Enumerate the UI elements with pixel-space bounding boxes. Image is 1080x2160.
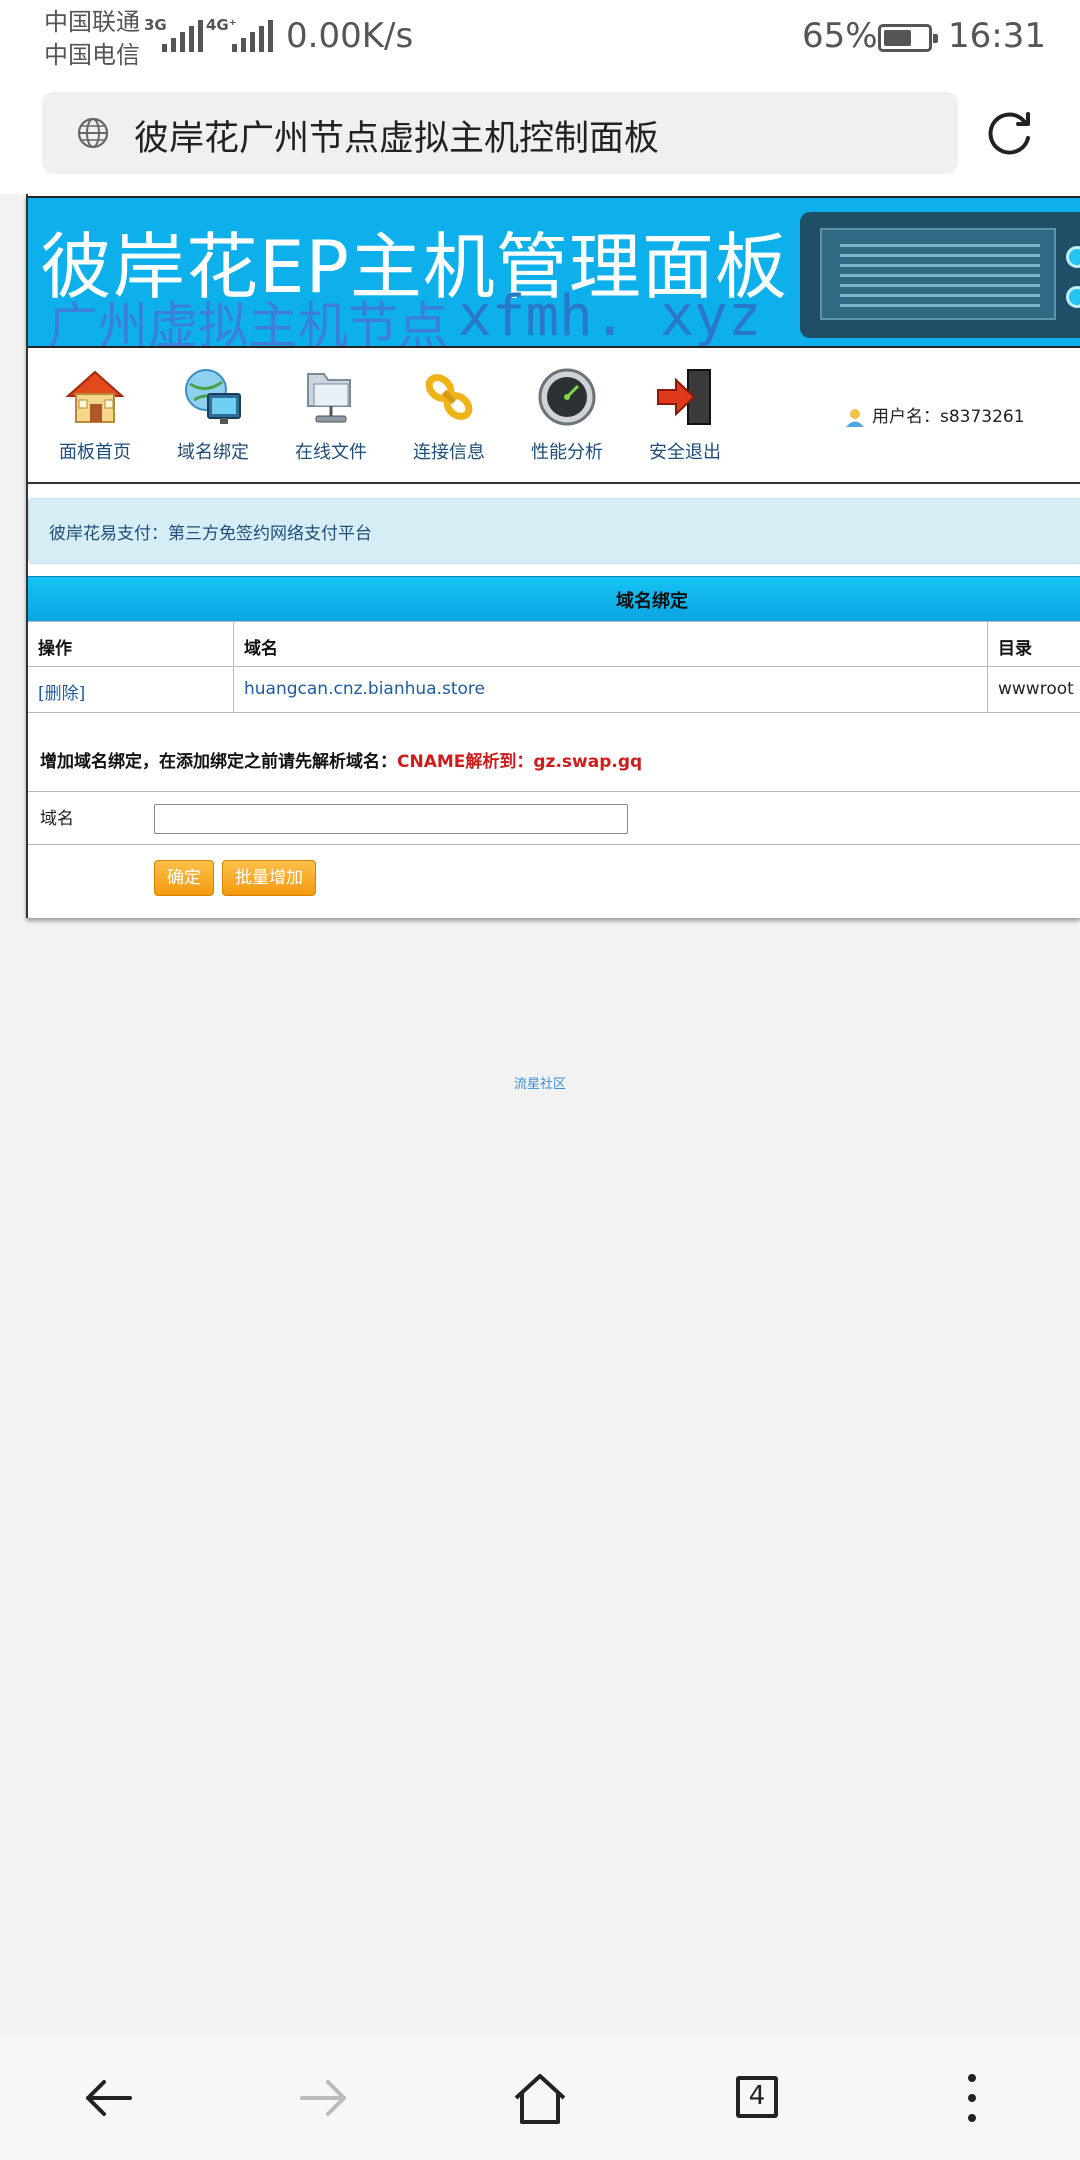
globe-monitor-icon [185, 369, 241, 424]
network-speed: 0.00K/s [286, 16, 414, 56]
notice-banner[interactable]: 彼岸花易支付：第三方免签约网络支付平台 [28, 498, 1080, 564]
footer-community-link[interactable]: 流星社区 [514, 1073, 566, 1092]
panel-title: 域名绑定 [616, 591, 688, 612]
batch-add-button[interactable]: 批量增加 [222, 860, 316, 896]
tabs-count: 4 [748, 2081, 766, 2111]
add-domain-hint: 增加域名绑定，在添加绑定之前请先解析域名：CNAME解析到：gz.swap.gq [40, 747, 642, 772]
domain-input[interactable] [154, 804, 628, 834]
nav-item-domain-binding[interactable]: 域名绑定 [154, 364, 272, 464]
gauge-icon [538, 368, 596, 426]
nav-item-logout[interactable]: 安全退出 [626, 364, 744, 464]
back-icon[interactable] [80, 2070, 136, 2126]
nav-item-online-files[interactable]: 在线文件 [272, 364, 390, 464]
tabs-button[interactable]: 4 [728, 2070, 784, 2126]
link-chain-icon [425, 374, 473, 420]
battery-percent: 65% [802, 16, 878, 56]
username-label: 用户名：s8373261 [872, 407, 1025, 427]
table-header-row: 操作 域名 目录 [28, 621, 1080, 668]
folder-network-icon [307, 373, 351, 423]
domain-form-row: 域名 [28, 791, 1080, 845]
forward-icon[interactable] [296, 2070, 352, 2126]
row-action: [删除] [28, 667, 234, 713]
control-panel-page: 彼岸花EP主机管理面板 广州虚拟主机节点 xfmh. xyz 面板首页 域名绑定… [26, 194, 1080, 918]
browser-address-bar: 彼岸花广州节点虚拟主机控制面板 [0, 76, 1080, 194]
header-action: 操作 [28, 622, 234, 668]
header-directory: 目录 [998, 639, 1032, 659]
home-icon [65, 370, 125, 423]
globe-icon [77, 117, 109, 149]
server-rack-icon [800, 212, 1080, 338]
more-menu-icon[interactable] [944, 2070, 1000, 2126]
header-banner: 彼岸花EP主机管理面板 广州虚拟主机节点 xfmh. xyz [28, 196, 1080, 348]
row-domain: huangcan.cnz.bianhua.store [234, 667, 988, 713]
panel-title-bar: 域名绑定 [28, 577, 1080, 621]
carrier-names: 中国联通 中国电信 [44, 6, 140, 72]
domain-field-label: 域名 [40, 809, 74, 829]
nav-item-performance[interactable]: 性能分析 [508, 364, 626, 464]
reload-icon[interactable] [984, 106, 1036, 158]
nav-item-connection-info[interactable]: 连接信息 [390, 364, 508, 464]
confirm-button[interactable]: 确定 [154, 860, 214, 896]
main-nav: 面板首页 域名绑定 在线文件 连接信息 性能分析 安全退出 用户名：s83732… [28, 350, 1080, 484]
domain-binding-panel: 域名绑定 操作 域名 目录 [删除] huangcan.cnz.bianhua.… [28, 576, 1080, 918]
hint-text: 增加域名绑定，在添加绑定之前请先解析域名： [40, 752, 397, 772]
table-row: [删除] huangcan.cnz.bianhua.store wwwroot [28, 667, 1080, 713]
url-field[interactable]: 彼岸花广州节点虚拟主机控制面板 [42, 92, 958, 174]
banner-subtitle: 广州虚拟主机节点 [48, 297, 448, 348]
signal-4g-icon: 4G⁺ [206, 12, 276, 52]
nav-item-home[interactable]: 面板首页 [36, 364, 154, 464]
user-info: 用户名：s8373261 [844, 402, 1025, 428]
battery-icon [878, 24, 938, 52]
home-icon[interactable] [512, 2070, 568, 2126]
domain-value: huangcan.cnz.bianhua.store [244, 679, 485, 699]
carrier-1: 中国联通 [44, 8, 140, 36]
status-bar: 中国联通 中国电信 3G 4G⁺ 0.00K/s 65% 16:31 [0, 0, 1080, 76]
user-icon [846, 409, 864, 427]
page-title: 彼岸花广州节点虚拟主机控制面板 [134, 119, 660, 159]
domain-table: 操作 域名 目录 [删除] huangcan.cnz.bianhua.store… [28, 621, 1080, 713]
clock: 16:31 [948, 16, 1046, 56]
browser-bottom-bar: 4 [0, 2036, 1080, 2160]
cname-target: CNAME解析到：gz.swap.gq [397, 752, 643, 772]
carrier-2: 中国电信 [44, 41, 140, 69]
delete-link[interactable]: [删除] [38, 684, 85, 704]
banner-domain: xfmh. xyz [458, 284, 762, 348]
row-directory: wwwroot [998, 679, 1074, 699]
notice-text[interactable]: 彼岸花易支付：第三方免签约网络支付平台 [49, 519, 372, 544]
header-domain: 域名 [234, 622, 988, 668]
exit-door-icon [657, 369, 711, 425]
signal-3g-icon: 3G [144, 12, 203, 52]
